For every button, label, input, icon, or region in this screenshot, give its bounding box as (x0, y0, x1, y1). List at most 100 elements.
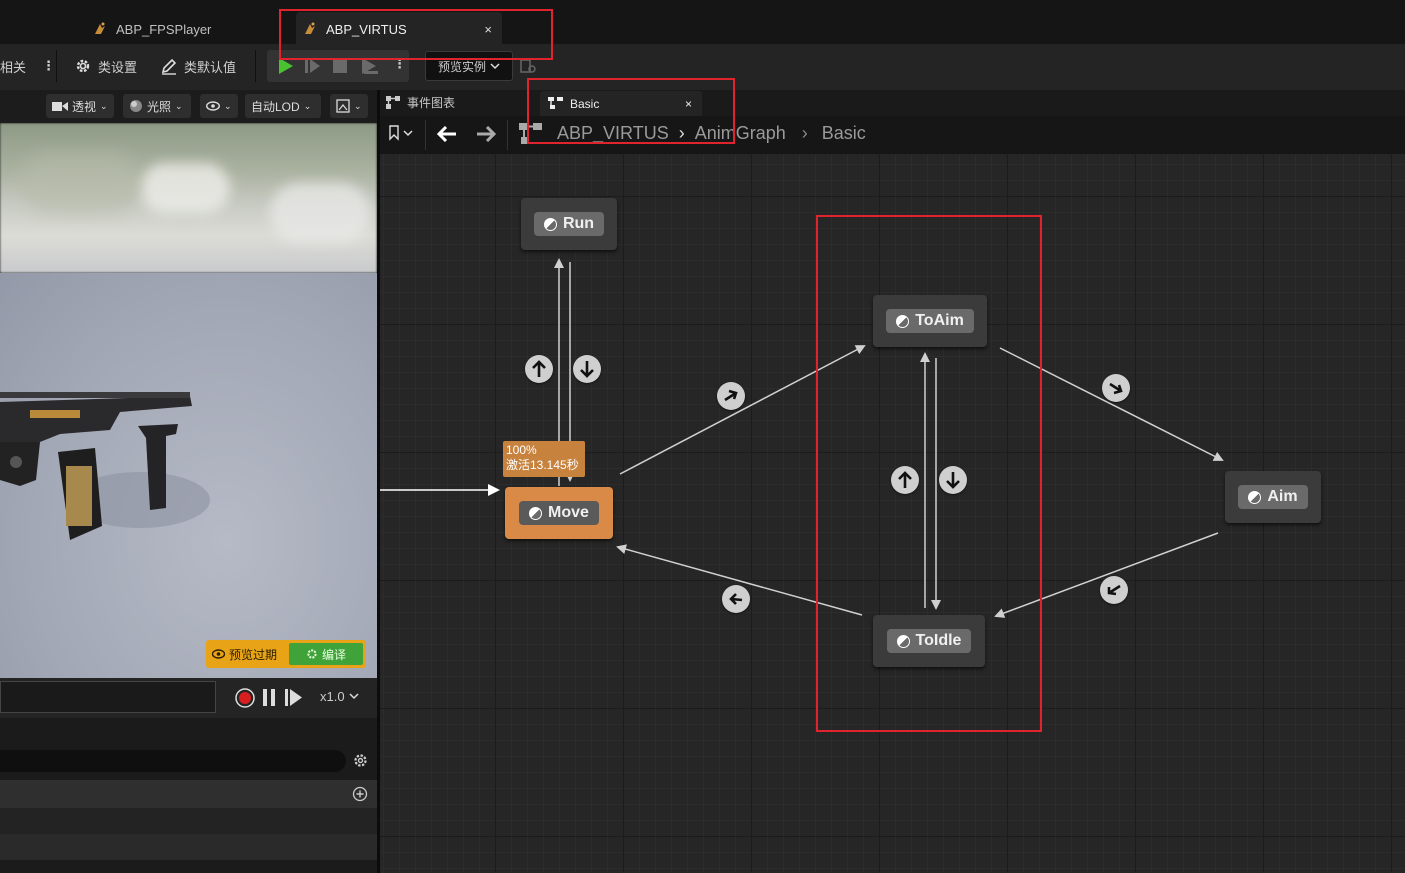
nav-divider (507, 120, 508, 150)
record-icon[interactable] (235, 688, 255, 708)
class-settings-button[interactable]: 类设置 (74, 44, 137, 88)
state-node-run[interactable]: Run (521, 198, 617, 250)
perspective-dropdown[interactable]: 透视 ⌄ (46, 94, 114, 118)
viewport-toolbar: 透视 ⌄ 光照 ⌄ ⌄ 自动LOD ⌄ ⌄ (0, 90, 377, 123)
tab-label: ABP_FPSPlayer (116, 21, 212, 37)
transition-rule-down-right-icon[interactable] (1102, 374, 1130, 402)
breadcrumb-item[interactable]: AnimGraph (695, 123, 786, 144)
state-label: ToIdle (915, 632, 962, 649)
details-row (0, 834, 377, 860)
transition-rule-up-right-icon[interactable] (717, 382, 745, 410)
tab-abp-fpsplayer[interactable]: ABP_FPSPlayer (88, 12, 272, 46)
play-icon[interactable] (276, 57, 294, 75)
camera-icon (52, 101, 68, 111)
transition-rule-down-icon[interactable] (939, 466, 967, 494)
preview-outdated-label: 预览过期 (229, 647, 278, 662)
transition-rule-left-icon[interactable] (722, 585, 750, 613)
more-options-icon[interactable]: ⋮ (393, 56, 406, 72)
state-node-toidle[interactable]: ToIdle (873, 615, 985, 667)
weapon-model (0, 392, 210, 540)
anim-blueprint-icon (95, 22, 105, 34)
stop-icon[interactable] (333, 59, 347, 73)
back-arrow-icon[interactable] (437, 126, 457, 142)
class-defaults-button[interactable]: 类默认值 (160, 44, 236, 88)
state-node-toaim[interactable]: ToAim (873, 295, 987, 347)
state-label: Move (548, 504, 589, 521)
search-input[interactable] (0, 750, 346, 772)
breadcrumb-item-current: Basic (821, 123, 866, 143)
details-category-row[interactable] (0, 780, 377, 808)
state-node-aim[interactable]: Aim (1225, 471, 1321, 523)
toolbar-divider (255, 50, 256, 82)
tab-label: 事件图表 (407, 96, 456, 110)
debug-filter-icon[interactable] (519, 57, 537, 75)
graph-tab-bar: 事件图表 Basic × (380, 90, 1405, 116)
close-icon[interactable]: × (484, 22, 492, 37)
tab-abp-virtus[interactable]: ABP_VIRTUS × (296, 12, 502, 46)
gear-icon (76, 59, 90, 73)
show-flags-dropdown[interactable]: ⌄ (200, 94, 238, 118)
transition-rule-down-icon[interactable] (573, 355, 601, 383)
more-options-icon[interactable]: ⋮ (42, 58, 55, 74)
state-icon (543, 217, 557, 231)
transition-rule-up-icon[interactable] (525, 355, 553, 383)
preview-instance-dropdown[interactable]: 预览实例 (425, 51, 513, 81)
state-machine-icon (519, 123, 542, 144)
eye-icon (206, 101, 220, 111)
state-icon (529, 506, 543, 520)
lighting-dropdown[interactable]: 光照 ⌄ (123, 94, 191, 118)
breadcrumb-separator-icon: › (801, 123, 808, 143)
chevron-down-icon: ⌄ (175, 100, 183, 111)
breadcrumb: ABP_VIRTUS › AnimGraph › Basic (557, 123, 866, 144)
forward-arrow-icon[interactable] (476, 126, 496, 142)
tab-label: ABP_VIRTUS (326, 21, 407, 37)
chevron-down-icon (349, 693, 359, 700)
tab-event-graph[interactable]: 事件图表 (386, 94, 455, 111)
perspective-label: 透视 (72, 99, 97, 114)
step-forward-icon[interactable] (304, 58, 322, 74)
lighting-sphere-icon (130, 100, 142, 112)
state-label: Run (562, 215, 595, 232)
state-label: ToAim (915, 312, 964, 329)
state-machine-icon (548, 97, 563, 109)
details-row (0, 808, 377, 834)
step-forward-icon[interactable] (285, 689, 302, 706)
breadcrumb-item[interactable]: ABP_VIRTUS (557, 123, 669, 144)
bookmark-icon (389, 125, 399, 141)
viewport-options-dropdown[interactable]: ⌄ (330, 94, 368, 118)
viewport-background-sky (0, 123, 377, 273)
related-label: 相关 (0, 59, 27, 75)
simulation-controls: ⋮ (267, 50, 409, 82)
preview-viewport[interactable]: 预览过期 编译 (0, 90, 377, 720)
chevron-down-icon: ⌄ (224, 100, 232, 111)
eye-icon (212, 649, 225, 659)
state-icon (1248, 490, 1262, 504)
preview-instance-label: 预览实例 (437, 59, 486, 74)
close-icon[interactable]: × (685, 97, 692, 111)
compile-button[interactable]: 编译 (289, 643, 363, 665)
tab-label: Basic (570, 96, 600, 111)
lod-label: 自动LOD (251, 99, 300, 114)
playback-bar: x1.0 (0, 678, 377, 718)
gear-icon[interactable] (352, 752, 369, 769)
tooltip-weight: 100% (506, 443, 537, 457)
bookmark-dropdown[interactable] (388, 125, 413, 141)
playback-speed-dropdown[interactable]: x1.0 (320, 689, 359, 704)
lod-dropdown[interactable]: 自动LOD ⌄ (245, 94, 321, 118)
pause-icon[interactable] (262, 689, 276, 706)
details-panel (0, 718, 377, 873)
transition-rule-up-icon[interactable] (891, 466, 919, 494)
eject-icon[interactable] (360, 57, 380, 75)
state-machine-graph[interactable]: Run Move ToAim Aim ToIdle (380, 154, 1405, 873)
related-button[interactable]: 相关 ⋮ (0, 44, 55, 88)
tab-basic[interactable]: Basic × (540, 91, 702, 116)
state-node-move[interactable]: Move (505, 487, 613, 539)
state-icon (896, 634, 910, 648)
timeline-track[interactable] (0, 681, 216, 713)
nav-divider (425, 120, 426, 150)
state-label: Aim (1267, 488, 1298, 505)
transition-rule-down-left-icon[interactable] (1100, 576, 1128, 604)
graph-navigation-bar: ABP_VIRTUS › AnimGraph › Basic (380, 116, 1405, 154)
state-activity-tooltip: 100% 激活13.145秒 (503, 441, 585, 477)
add-circle-icon[interactable] (352, 786, 368, 802)
